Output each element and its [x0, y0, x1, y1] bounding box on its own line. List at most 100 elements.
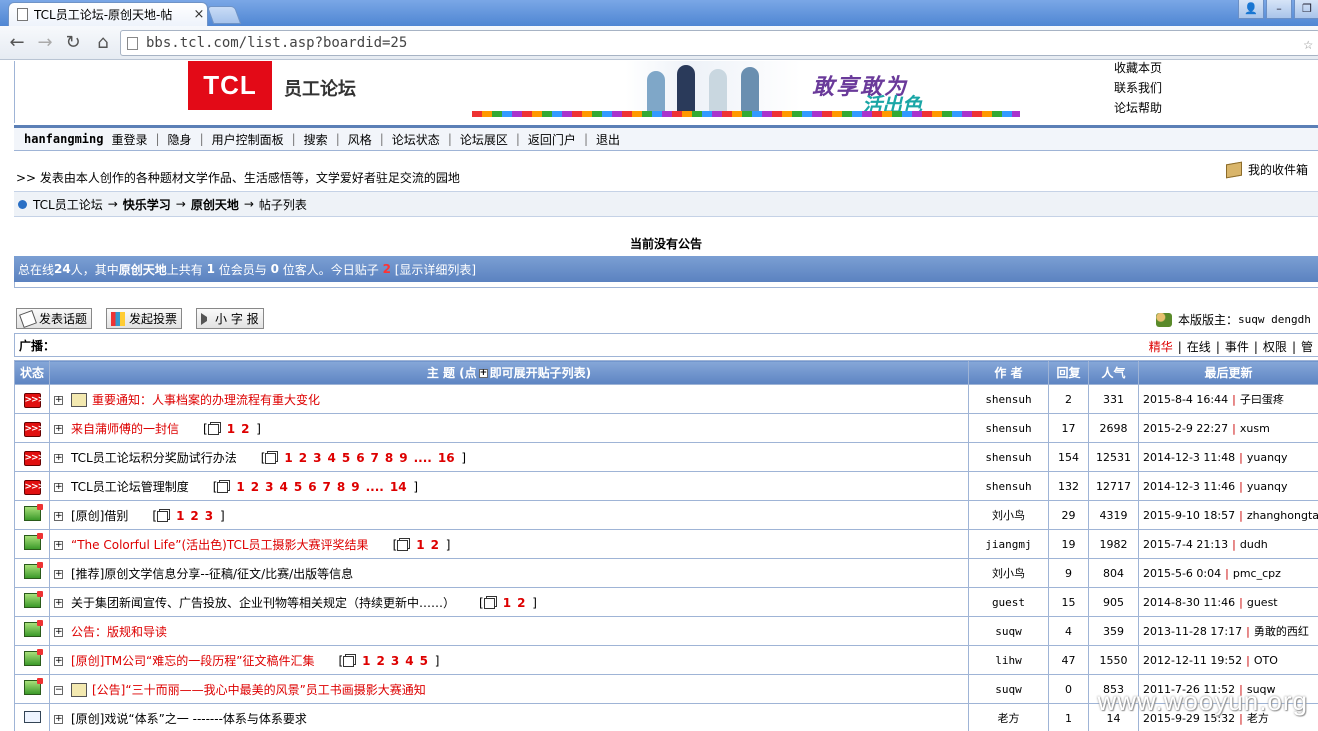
page-link[interactable]: 4 — [276, 480, 290, 494]
table-row[interactable]: >>> + 重要通知：人事档案的办理流程有重大变化 shensuh 2 331 2015-8… — [14, 384, 1318, 414]
table-row[interactable]: + [原创]TM公司“难忘的一段历程”征文稿件汇集[1 2 3 4 5 ] lihw 47 15… — [14, 645, 1318, 675]
last-page-link[interactable]: 16 — [435, 451, 458, 465]
topic-author[interactable]: jiangmj — [968, 529, 1049, 559]
topic-author[interactable]: shensuh — [968, 442, 1049, 472]
last-update-user[interactable]: pmc_cpz — [1233, 567, 1281, 580]
table-row[interactable]: + [原创]借别 [1 2 3 ] 刘小鸟 29 4319 2015-9-10 18:57 | zh… — [14, 500, 1318, 530]
topic-title-link[interactable]: 重要通知：人事档案的办理流程有重大变化 — [92, 393, 320, 407]
expand-icon[interactable]: + — [54, 482, 63, 492]
menu-return-portal[interactable]: 返回门户 — [520, 131, 584, 148]
topic-author[interactable]: guest — [968, 587, 1049, 617]
page-link[interactable]: 2 — [374, 654, 388, 668]
mailbox-link[interactable]: 我的收件箱 — [1226, 161, 1308, 178]
page-link[interactable]: 1 — [359, 654, 373, 668]
topic-title-link[interactable]: [推荐]原创文学信息分享--征稿/征文/比赛/出版等信息 — [71, 567, 353, 581]
topic-title-link[interactable]: TCL员工论坛管理制度 — [71, 480, 189, 494]
expand-icon[interactable]: + — [54, 627, 63, 637]
filter-essence[interactable]: 精华 — [1144, 340, 1178, 354]
forward-icon[interactable]: → — [34, 32, 56, 54]
page-link[interactable]: 9 — [396, 451, 410, 465]
page-link[interactable]: 1 — [281, 451, 295, 465]
page-link[interactable]: 6 — [353, 451, 367, 465]
page-link[interactable]: 7 — [320, 480, 334, 494]
menu-relogin[interactable]: 重登录 — [103, 131, 155, 148]
tcl-logo[interactable]: TCL — [188, 61, 272, 110]
page-link[interactable]: 3 — [202, 509, 216, 523]
create-poll-button[interactable]: 发起投票 — [106, 308, 183, 329]
page-link[interactable]: 9 — [348, 480, 362, 494]
expand-icon[interactable]: + — [54, 511, 63, 521]
topic-title-link[interactable]: [原创]TM公司“难忘的一段历程”征文稿件汇集 — [71, 654, 314, 668]
post-topic-button[interactable]: 发表话题 — [16, 308, 93, 329]
page-link[interactable]: 1 — [233, 480, 247, 494]
restore-icon[interactable]: ❐ — [1294, 0, 1318, 19]
page-link[interactable]: 5 — [339, 451, 353, 465]
bookmark-link[interactable]: 收藏本页 — [1114, 61, 1162, 78]
expand-icon[interactable]: + — [54, 569, 63, 579]
menu-control-panel[interactable]: 用户控制面板 — [204, 131, 292, 148]
topic-title-link[interactable]: “The Colorful Life”(活出色)TCL员工摄影大赛评奖结果 — [71, 538, 369, 552]
page-link[interactable]: 2 — [187, 509, 201, 523]
topic-author[interactable]: suqw — [968, 674, 1049, 704]
last-update-time[interactable]: 2015-8-4 16:44 — [1143, 393, 1228, 406]
last-update-user[interactable]: guest — [1247, 596, 1278, 609]
topic-title-link[interactable]: TCL员工论坛积分奖励试行办法 — [71, 451, 237, 465]
page-link[interactable]: 2 — [238, 422, 252, 436]
page-link[interactable]: 7 — [368, 451, 382, 465]
breadcrumb-board[interactable]: 原创天地 — [191, 196, 239, 213]
menu-style[interactable]: 风格 — [340, 131, 380, 148]
reload-icon[interactable]: ↻ — [62, 32, 84, 54]
last-update-user[interactable]: dudh — [1240, 538, 1268, 551]
table-row[interactable]: + 关于集团新闻宣传、广告投放、企业刊物等相关规定（持续更新中……） [1 2 ] gu… — [14, 587, 1318, 617]
page-link[interactable]: 2 — [428, 538, 442, 552]
table-row[interactable]: + 公告：版规和导读 suqw 4 359 2013-11-28 17:17 | 勇敢的西红 — [14, 616, 1318, 646]
last-update-user[interactable]: 子曰蛋疼 — [1240, 393, 1284, 406]
menu-invisible[interactable]: 隐身 — [160, 131, 200, 148]
page-link[interactable]: 2 — [514, 596, 528, 610]
topic-author[interactable]: suqw — [968, 616, 1049, 646]
last-update-user[interactable]: yuanqy — [1247, 480, 1288, 493]
filter-online[interactable]: 在线 — [1182, 340, 1216, 354]
menu-logout[interactable]: 退出 — [588, 131, 628, 148]
page-link[interactable]: 6 — [305, 480, 319, 494]
last-update-time[interactable]: 2013-11-28 17:17 — [1143, 625, 1242, 638]
help-link[interactable]: 论坛帮助 — [1114, 98, 1162, 118]
last-update-user[interactable]: OTO — [1254, 654, 1278, 667]
topic-title-link[interactable]: [公告]“三十而丽——我心中最美的风景”员工书画摄影大赛通知 — [92, 683, 426, 697]
last-update-time[interactable]: 2012-12-11 19:52 — [1143, 654, 1242, 667]
last-update-time[interactable]: 2015-9-10 18:57 — [1143, 509, 1235, 522]
table-row[interactable]: >>> + 来自蒲师傅的一封信[1 2 ] shensuh 17 2698 2015-2-9 … — [14, 413, 1318, 443]
table-row[interactable]: + “The Colorful Life”(活出色)TCL员工摄影大赛评奖结果 [1… — [14, 529, 1318, 559]
page-link[interactable]: 1 — [173, 509, 187, 523]
table-row[interactable]: + [推荐]原创文学信息分享--征稿/征文/比赛/出版等信息 刘小鸟 9 804 2015… — [14, 558, 1318, 588]
topic-author[interactable]: lihw — [968, 645, 1049, 675]
expand-icon[interactable]: + — [54, 424, 63, 434]
expand-icon[interactable]: + — [54, 714, 63, 724]
table-row[interactable]: >>> + TCL员工论坛积分奖励试行办法[1 2 3 4 5 6 7 8 9.... 16 ] she… — [14, 442, 1318, 472]
minimize-icon[interactable]: – — [1266, 0, 1292, 19]
breadcrumb-section[interactable]: 快乐学习 — [123, 196, 171, 213]
page-link[interactable]: 4 — [402, 654, 416, 668]
expand-icon[interactable]: + — [54, 540, 63, 550]
page-link[interactable]: 5 — [291, 480, 305, 494]
topic-title-link[interactable]: [原创]借别 — [71, 509, 128, 523]
page-link[interactable]: 8 — [334, 480, 348, 494]
page-link[interactable]: 1 — [500, 596, 514, 610]
topic-author[interactable]: 老方 — [968, 703, 1049, 731]
small-news-button[interactable]: 小 字 报 — [196, 308, 264, 329]
topic-title-link[interactable]: 公告：版规和导读 — [71, 625, 167, 639]
menu-forum-gallery[interactable]: 论坛展区 — [452, 131, 516, 148]
page-link[interactable]: 1 — [224, 422, 238, 436]
page-link[interactable]: 5 — [417, 654, 431, 668]
menu-search[interactable]: 搜索 — [296, 131, 336, 148]
page-link[interactable]: 2 — [296, 451, 310, 465]
last-update-time[interactable]: 2015-5-6 0:04 — [1143, 567, 1221, 580]
browser-tab[interactable]: TCL员工论坛-原创天地-帖 × — [8, 2, 208, 26]
expand-icon[interactable]: + — [54, 656, 63, 666]
page-link[interactable]: 3 — [310, 451, 324, 465]
page-link[interactable]: 3 — [388, 654, 402, 668]
topic-title-link[interactable]: 关于集团新闻宣传、广告投放、企业刊物等相关规定（持续更新中……） — [71, 596, 455, 610]
expand-icon[interactable]: + — [54, 598, 63, 608]
home-icon[interactable]: ⌂ — [92, 32, 114, 54]
page-link[interactable]: 4 — [324, 451, 338, 465]
